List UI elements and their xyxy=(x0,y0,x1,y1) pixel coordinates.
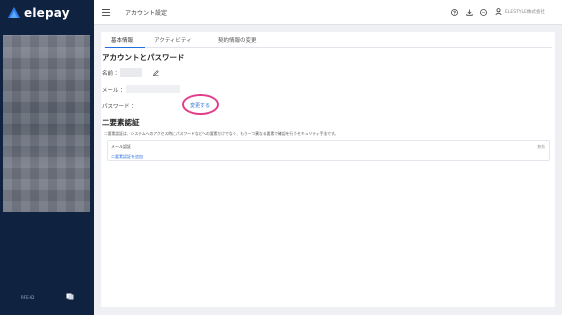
user-menu[interactable]: ELESTYLE株式会社 xyxy=(495,8,545,15)
twofa-section-title: 二要素認証 xyxy=(102,118,140,127)
twofa-method-label: メール認証 xyxy=(111,144,131,149)
tab-activity[interactable]: アクティビティ xyxy=(148,35,209,48)
account-section-title: アカウントとパスワード xyxy=(102,53,185,62)
chat-icon[interactable] xyxy=(480,9,487,16)
highlight-circle xyxy=(182,94,219,115)
hamburger-menu-icon[interactable] xyxy=(102,9,110,16)
name-label: 名前 ： xyxy=(102,71,121,77)
account-switcher[interactable] xyxy=(3,35,90,212)
user-name: ELESTYLE株式会社 xyxy=(505,9,545,15)
sidebar: elepay RFE-ID xyxy=(0,0,94,315)
page-title: アカウント設定 xyxy=(125,10,168,17)
brand-logo[interactable]: elepay xyxy=(8,6,70,20)
tab-basic-info[interactable]: 基本情報 xyxy=(105,35,145,48)
user-icon xyxy=(495,8,502,15)
tab-contract[interactable]: 契約情報の変更 xyxy=(212,35,263,48)
copy-icon[interactable] xyxy=(66,293,74,300)
help-icon[interactable] xyxy=(451,9,458,16)
twofa-status-badge: 無効 xyxy=(537,144,545,149)
edit-pencil-icon[interactable] xyxy=(153,70,159,76)
twofa-description: 二要素認証は、システムへのアクセス時にパスワードなどへの要素だけでなく、もう一つ… xyxy=(104,131,339,136)
download-icon[interactable] xyxy=(466,9,473,16)
name-value xyxy=(120,68,142,77)
password-label: パスワード ： xyxy=(102,104,137,110)
brand-name: elepay xyxy=(24,6,70,20)
settings-card: 基本情報 アクティビティ 契約情報の変更 アカウントとパスワード 名前 ： メー… xyxy=(101,32,555,307)
sidebar-footer-text: RFE-ID xyxy=(21,295,35,300)
settings-tabs: 基本情報 アクティビティ 契約情報の変更 xyxy=(104,35,552,48)
email-label: メール ： xyxy=(102,88,126,94)
top-header: アカウント設定 ELESTYLE株式会社 xyxy=(94,0,562,25)
email-value xyxy=(126,85,180,93)
add-twofa-link[interactable]: 二要素認証を追加 xyxy=(111,154,143,160)
elepay-logo-icon xyxy=(8,7,20,18)
twofa-method-row: メール認証 無効 二要素認証を追加 xyxy=(107,140,550,161)
